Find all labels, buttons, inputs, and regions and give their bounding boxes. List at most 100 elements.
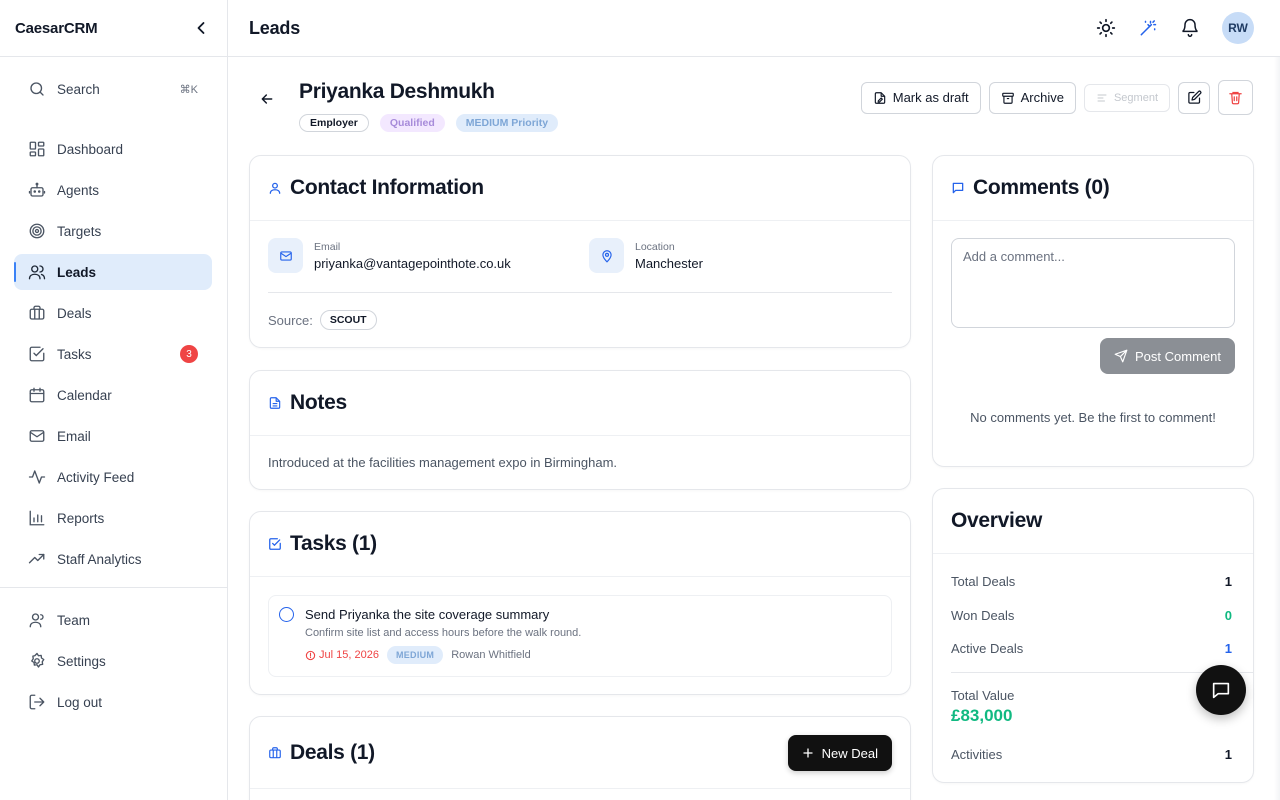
sidebar-item-label: Calendar xyxy=(57,387,112,403)
sidebar-item-label: Reports xyxy=(57,510,105,526)
edit-icon xyxy=(1187,90,1202,105)
overview-total-value-label: Total Value xyxy=(951,688,1015,703)
divider xyxy=(268,292,892,293)
lead-type-badge: Employer xyxy=(299,114,369,132)
task-title: Send Priyanka the site coverage summary xyxy=(305,607,550,622)
sidebar-item-tasks[interactable]: Tasks 3 xyxy=(14,336,212,372)
notes-text: Introduced at the facilities management … xyxy=(268,455,618,470)
trending-up-icon xyxy=(28,550,46,568)
sidebar-item-logout[interactable]: Log out xyxy=(14,684,212,720)
user-icon xyxy=(268,181,282,195)
main-content: Priyanka Deshmukh Employer Qualified MED… xyxy=(228,57,1280,800)
sidebar-item-agents[interactable]: Agents xyxy=(14,172,212,208)
card-title: Notes xyxy=(290,391,347,414)
send-icon xyxy=(1114,349,1128,363)
delete-button[interactable] xyxy=(1218,80,1253,115)
calendar-icon xyxy=(28,386,46,404)
sidebar-item-settings[interactable]: Settings xyxy=(14,643,212,679)
sidebar-item-deals[interactable]: Deals xyxy=(14,295,212,331)
avatar[interactable]: RW xyxy=(1222,12,1254,44)
overview-value: 0 xyxy=(1224,608,1232,623)
task-item[interactable]: Send Priyanka the site coverage summary … xyxy=(268,595,892,677)
priority-badge: MEDIUM Priority xyxy=(455,114,559,132)
mark-as-draft-label: Mark as draft xyxy=(892,90,969,105)
overview-value: 1 xyxy=(1224,641,1232,656)
contact-email: Email priyanka@vantagepointhote.co.uk xyxy=(268,238,511,273)
lead-name: Priyanka Deshmukh xyxy=(299,80,495,103)
sidebar-item-dashboard[interactable]: Dashboard xyxy=(14,131,212,167)
overview-label: Total Deals xyxy=(951,574,1016,589)
new-deal-button[interactable]: New Deal xyxy=(787,735,892,771)
sun-icon[interactable] xyxy=(1096,18,1116,38)
task-due-text: Jul 15, 2026 xyxy=(319,649,379,661)
location-label: Location xyxy=(635,240,675,253)
briefcase-icon xyxy=(268,746,282,760)
target-icon xyxy=(28,222,46,240)
sidebar-item-calendar[interactable]: Calendar xyxy=(14,377,212,413)
overview-card: Overview Total Deals 1 Won Deals 0 Activ… xyxy=(932,488,1254,783)
sidebar-item-email[interactable]: Email xyxy=(14,418,212,454)
post-comment-button[interactable]: Post Comment xyxy=(1100,338,1235,374)
scrollbar-track[interactable] xyxy=(1274,57,1280,800)
sidebar-item-targets[interactable]: Targets xyxy=(14,213,212,249)
archive-button[interactable]: Archive xyxy=(988,81,1076,114)
overview-total-value: £83,000 xyxy=(951,706,1013,725)
post-comment-label: Post Comment xyxy=(1135,348,1221,364)
sidebar-item-label: Deals xyxy=(57,305,92,321)
archive-label: Archive xyxy=(1020,90,1064,105)
sidebar-item-team[interactable]: Team xyxy=(14,602,212,638)
edit-button[interactable] xyxy=(1178,81,1210,114)
trash-icon xyxy=(1228,90,1243,105)
sidebar-divider xyxy=(0,587,227,588)
comment-input[interactable]: Add a comment... xyxy=(951,238,1235,328)
check-square-icon xyxy=(28,345,46,363)
overview-activities: Activities 1 xyxy=(951,747,1232,762)
map-pin-icon xyxy=(600,249,614,263)
search-shortcut: ⌘K xyxy=(179,83,198,96)
bell-icon[interactable] xyxy=(1180,18,1200,38)
task-complete-toggle[interactable] xyxy=(279,607,294,622)
status-badge: Qualified xyxy=(379,114,445,132)
activity-icon xyxy=(28,468,46,486)
sidebar-header: CaesarCRM xyxy=(0,0,227,57)
sidebar-item-staff-analytics[interactable]: Staff Analytics xyxy=(14,541,212,577)
users-icon xyxy=(28,263,46,281)
sidebar-search[interactable]: Search ⌘K xyxy=(14,71,212,107)
card-title: Deals (1) xyxy=(290,740,375,764)
sidebar-item-label: Log out xyxy=(57,694,103,710)
contact-info-card: Contact Information Email priyanka@vanta… xyxy=(249,155,911,348)
sidebar-item-label: Staff Analytics xyxy=(57,551,142,567)
contact-location: Location Manchester xyxy=(589,238,703,273)
task-meta: Jul 15, 2026 MEDIUM Rowan Whitfield xyxy=(305,646,531,664)
sidebar-item-label: Dashboard xyxy=(57,141,124,157)
chat-button[interactable] xyxy=(1196,665,1246,715)
magic-wand-icon[interactable] xyxy=(1138,18,1158,38)
sidebar-item-label: Tasks xyxy=(57,346,92,362)
chevron-left-icon[interactable] xyxy=(191,18,211,38)
email-label: Email xyxy=(314,240,341,253)
mail-icon xyxy=(279,249,293,263)
email-value[interactable]: priyanka@vantagepointhote.co.uk xyxy=(314,256,511,271)
lead-tags: Employer Qualified MEDIUM Priority xyxy=(299,114,559,132)
document-icon xyxy=(268,396,282,410)
segment-button[interactable]: Segment xyxy=(1083,83,1170,112)
arrow-left-icon[interactable] xyxy=(259,91,275,107)
gear-icon xyxy=(28,652,46,670)
mark-as-draft-button[interactable]: Mark as draft xyxy=(860,81,981,114)
message-square-icon xyxy=(951,181,965,195)
filter-lines-icon xyxy=(1096,92,1108,104)
mail-icon xyxy=(28,427,46,445)
sidebar-item-label: Email xyxy=(57,428,91,444)
notes-card: Notes Introduced at the facilities manag… xyxy=(249,370,911,490)
task-due-date: Jul 15, 2026 xyxy=(305,649,379,661)
lead-source: Source: SCOUT xyxy=(268,310,377,330)
topbar: Leads RW xyxy=(228,0,1280,57)
tasks-card: Tasks (1) Send Priyanka the site coverag… xyxy=(249,511,911,695)
sidebar-item-leads[interactable]: Leads xyxy=(14,254,212,290)
sidebar-item-reports[interactable]: Reports xyxy=(14,500,212,536)
overview-won-deals: Won Deals 0 xyxy=(951,608,1232,623)
archive-icon xyxy=(1001,91,1015,105)
dashboard-icon xyxy=(28,140,46,158)
sidebar-item-activity-feed[interactable]: Activity Feed xyxy=(14,459,212,495)
overview-value: 1 xyxy=(1224,747,1232,762)
